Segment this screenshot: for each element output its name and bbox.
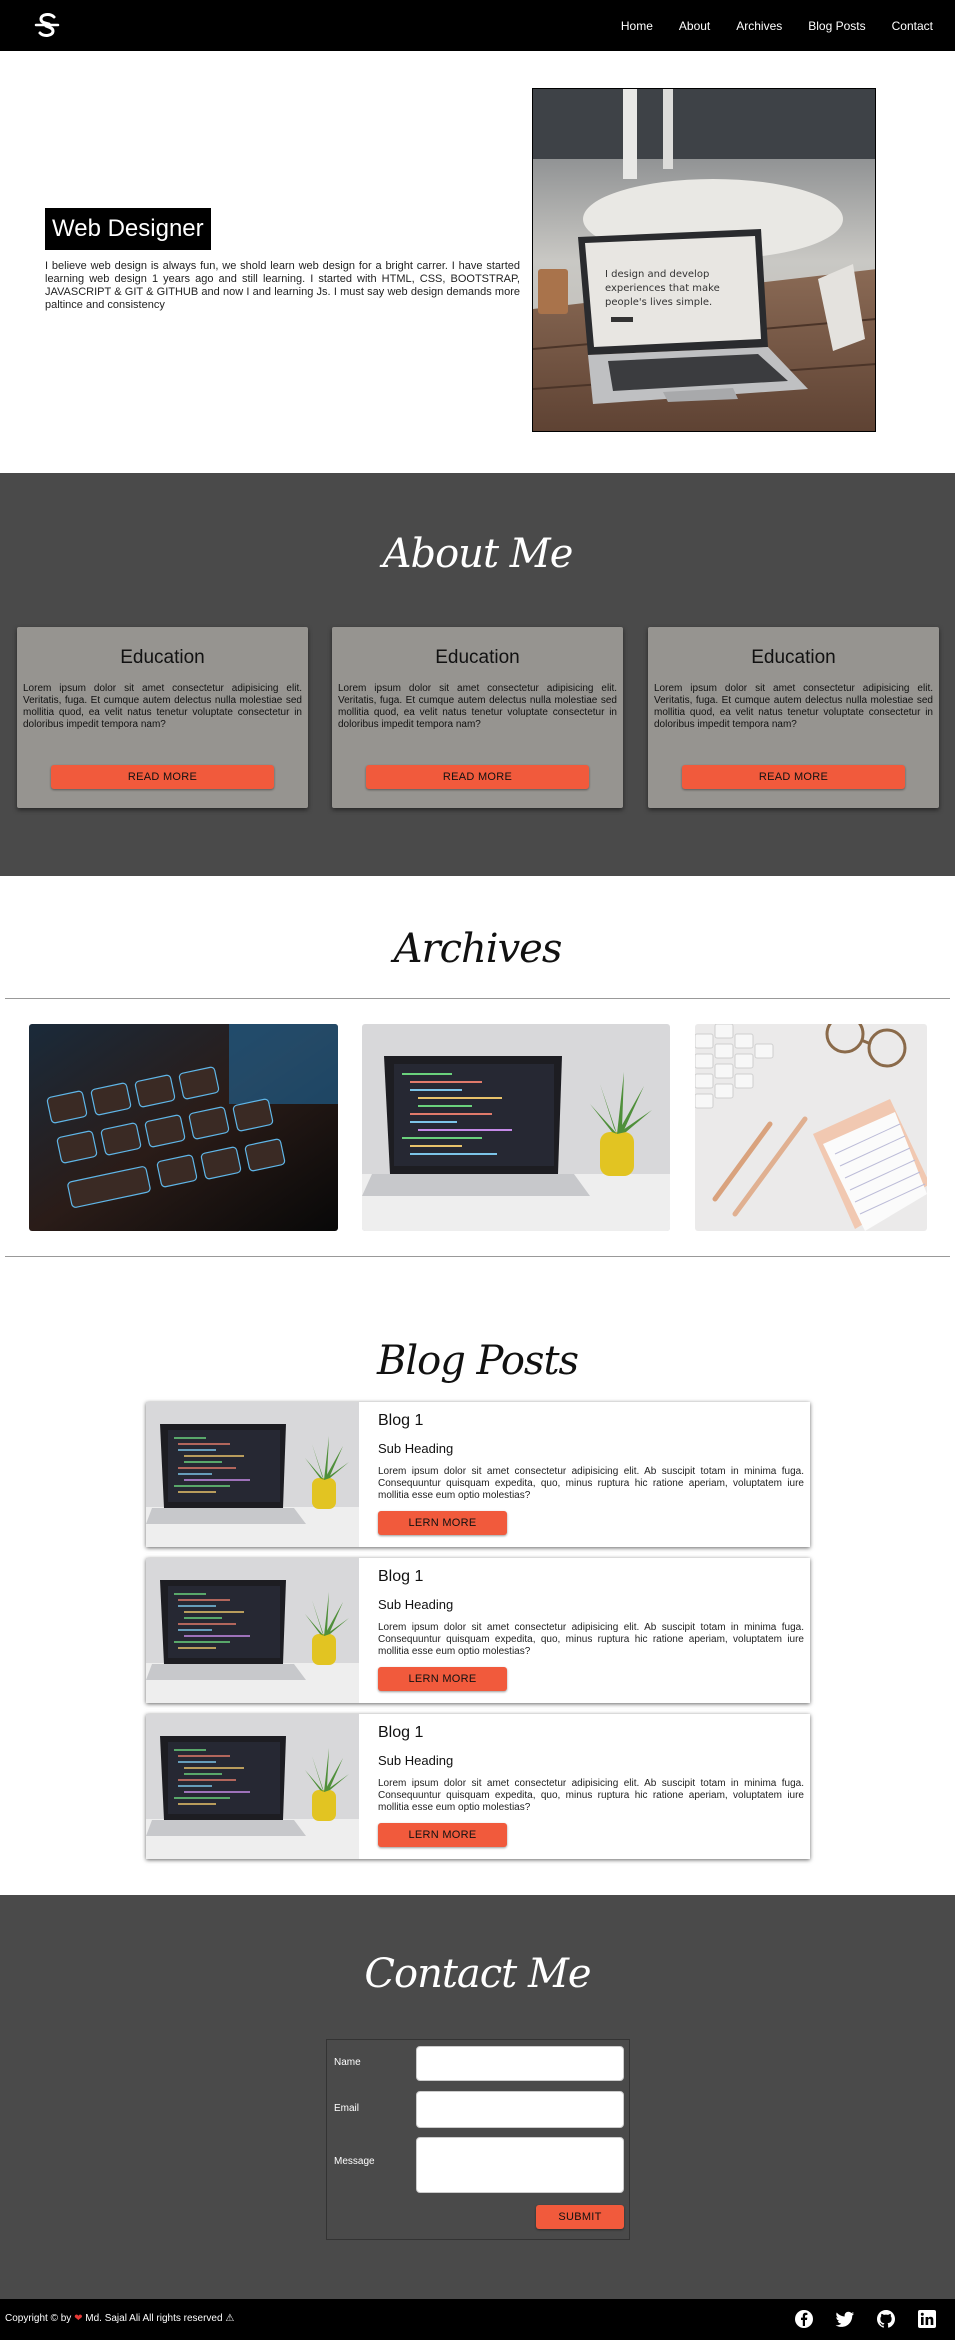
- nav-link-archives[interactable]: Archives: [736, 19, 782, 33]
- contact-section: Contact Me Name Email Message SUBMIT: [0, 1895, 955, 2299]
- logo-icon[interactable]: [33, 11, 61, 39]
- nav-link-about[interactable]: About: [679, 19, 710, 33]
- nav-links: Home About Archives Blog Posts Contact: [595, 0, 933, 51]
- about-title: About Me: [382, 531, 574, 577]
- name-field[interactable]: [416, 2046, 624, 2081]
- archive-desk-image[interactable]: [695, 1024, 927, 1231]
- email-label: Email: [334, 2103, 360, 2114]
- message-field[interactable]: [416, 2137, 624, 2193]
- hero-description: I believe web design is always fun, we s…: [45, 260, 520, 311]
- top-navbar: Home About Archives Blog Posts Contact: [0, 0, 955, 51]
- blog-post-image: [146, 1402, 359, 1547]
- read-more-button[interactable]: READ MORE: [51, 765, 274, 789]
- learn-more-button[interactable]: LERN MORE: [378, 1667, 507, 1691]
- warning-icon: ⚠: [225, 2313, 235, 2324]
- screen-text-line3: people's lives simple.: [605, 297, 712, 308]
- blog-post-text: Lorem ipsum dolor sit amet consectetur a…: [378, 1622, 804, 1657]
- hero-title: Web Designer: [45, 208, 211, 250]
- email-field[interactable]: [416, 2091, 624, 2128]
- read-more-button[interactable]: READ MORE: [366, 765, 589, 789]
- divider: [5, 1256, 950, 1257]
- blog-post-subheading: Sub Heading: [378, 1597, 454, 1612]
- github-icon[interactable]: [876, 2309, 896, 2329]
- nav-link-home[interactable]: Home: [621, 19, 653, 33]
- archives-section: Archives: [0, 876, 955, 1326]
- education-card: Education Lorem ipsum dolor sit amet con…: [648, 627, 939, 808]
- contact-form: Name Email Message SUBMIT: [326, 2039, 630, 2240]
- archive-laptop-image[interactable]: [362, 1024, 670, 1231]
- hero-section: Web Designer I believe web design is alw…: [0, 51, 955, 473]
- learn-more-button[interactable]: LERN MORE: [378, 1511, 507, 1535]
- read-more-button[interactable]: READ MORE: [682, 765, 905, 789]
- blog-post-image: [146, 1558, 359, 1703]
- card-title: Education: [751, 647, 836, 668]
- archives-title: Archives: [393, 926, 563, 972]
- footer: Copyright © by ❤ Md. Sajal Ali All right…: [0, 2299, 955, 2340]
- card-title: Education: [120, 647, 205, 668]
- blog-post-image: [146, 1714, 359, 1859]
- blog-title: Blog Posts: [376, 1338, 579, 1384]
- social-links: [794, 2309, 937, 2329]
- blog-post-card: Blog 1 Sub Heading Lorem ipsum dolor sit…: [146, 1402, 810, 1547]
- blog-post-text: Lorem ipsum dolor sit amet consectetur a…: [378, 1778, 804, 1813]
- education-card: Education Lorem ipsum dolor sit amet con…: [332, 627, 623, 808]
- screen-text-line2: experiences that make: [605, 283, 720, 294]
- submit-button[interactable]: SUBMIT: [536, 2205, 624, 2229]
- copyright-suffix: Md. Sajal Ali All rights reserved: [85, 2313, 223, 2324]
- learn-more-button[interactable]: LERN MORE: [378, 1823, 507, 1847]
- twitter-icon[interactable]: [835, 2309, 855, 2329]
- blog-post-title: Blog 1: [378, 1568, 424, 1585]
- education-card: Education Lorem ipsum dolor sit amet con…: [17, 627, 308, 808]
- message-label: Message: [334, 2156, 375, 2167]
- card-title: Education: [435, 647, 520, 668]
- screen-text-line1: I design and develop: [605, 269, 709, 280]
- card-text: Lorem ipsum dolor sit amet consectetur a…: [23, 683, 302, 730]
- divider: [5, 998, 950, 999]
- card-text: Lorem ipsum dolor sit amet consectetur a…: [338, 683, 617, 730]
- blog-post-card: Blog 1 Sub Heading Lorem ipsum dolor sit…: [146, 1558, 810, 1703]
- archive-keyboard-image[interactable]: [29, 1024, 338, 1231]
- about-section: About Me Education Lorem ipsum dolor sit…: [0, 473, 955, 876]
- hero-laptop-image: I design and develop experiences that ma…: [532, 88, 876, 432]
- blog-post-card: Blog 1 Sub Heading Lorem ipsum dolor sit…: [146, 1714, 810, 1859]
- blog-post-title: Blog 1: [378, 1724, 424, 1741]
- blog-post-text: Lorem ipsum dolor sit amet consectetur a…: [378, 1466, 804, 1501]
- blog-section: Blog Posts Blog 1 Sub Heading Lorem ipsu…: [0, 1326, 955, 1895]
- copyright-prefix: Copyright © by: [5, 2313, 72, 2324]
- heart-icon: ❤: [74, 2313, 83, 2324]
- facebook-icon[interactable]: [794, 2309, 814, 2329]
- blog-post-subheading: Sub Heading: [378, 1753, 454, 1768]
- card-text: Lorem ipsum dolor sit amet consectetur a…: [654, 683, 933, 730]
- copyright-text: Copyright © by ❤ Md. Sajal Ali All right…: [5, 2313, 234, 2324]
- contact-title: Contact Me: [364, 1951, 591, 1997]
- nav-link-contact[interactable]: Contact: [892, 19, 933, 33]
- linkedin-icon[interactable]: [917, 2309, 937, 2329]
- name-label: Name: [334, 2057, 361, 2068]
- nav-link-blog-posts[interactable]: Blog Posts: [808, 19, 865, 33]
- blog-post-title: Blog 1: [378, 1412, 424, 1429]
- blog-post-subheading: Sub Heading: [378, 1441, 454, 1456]
